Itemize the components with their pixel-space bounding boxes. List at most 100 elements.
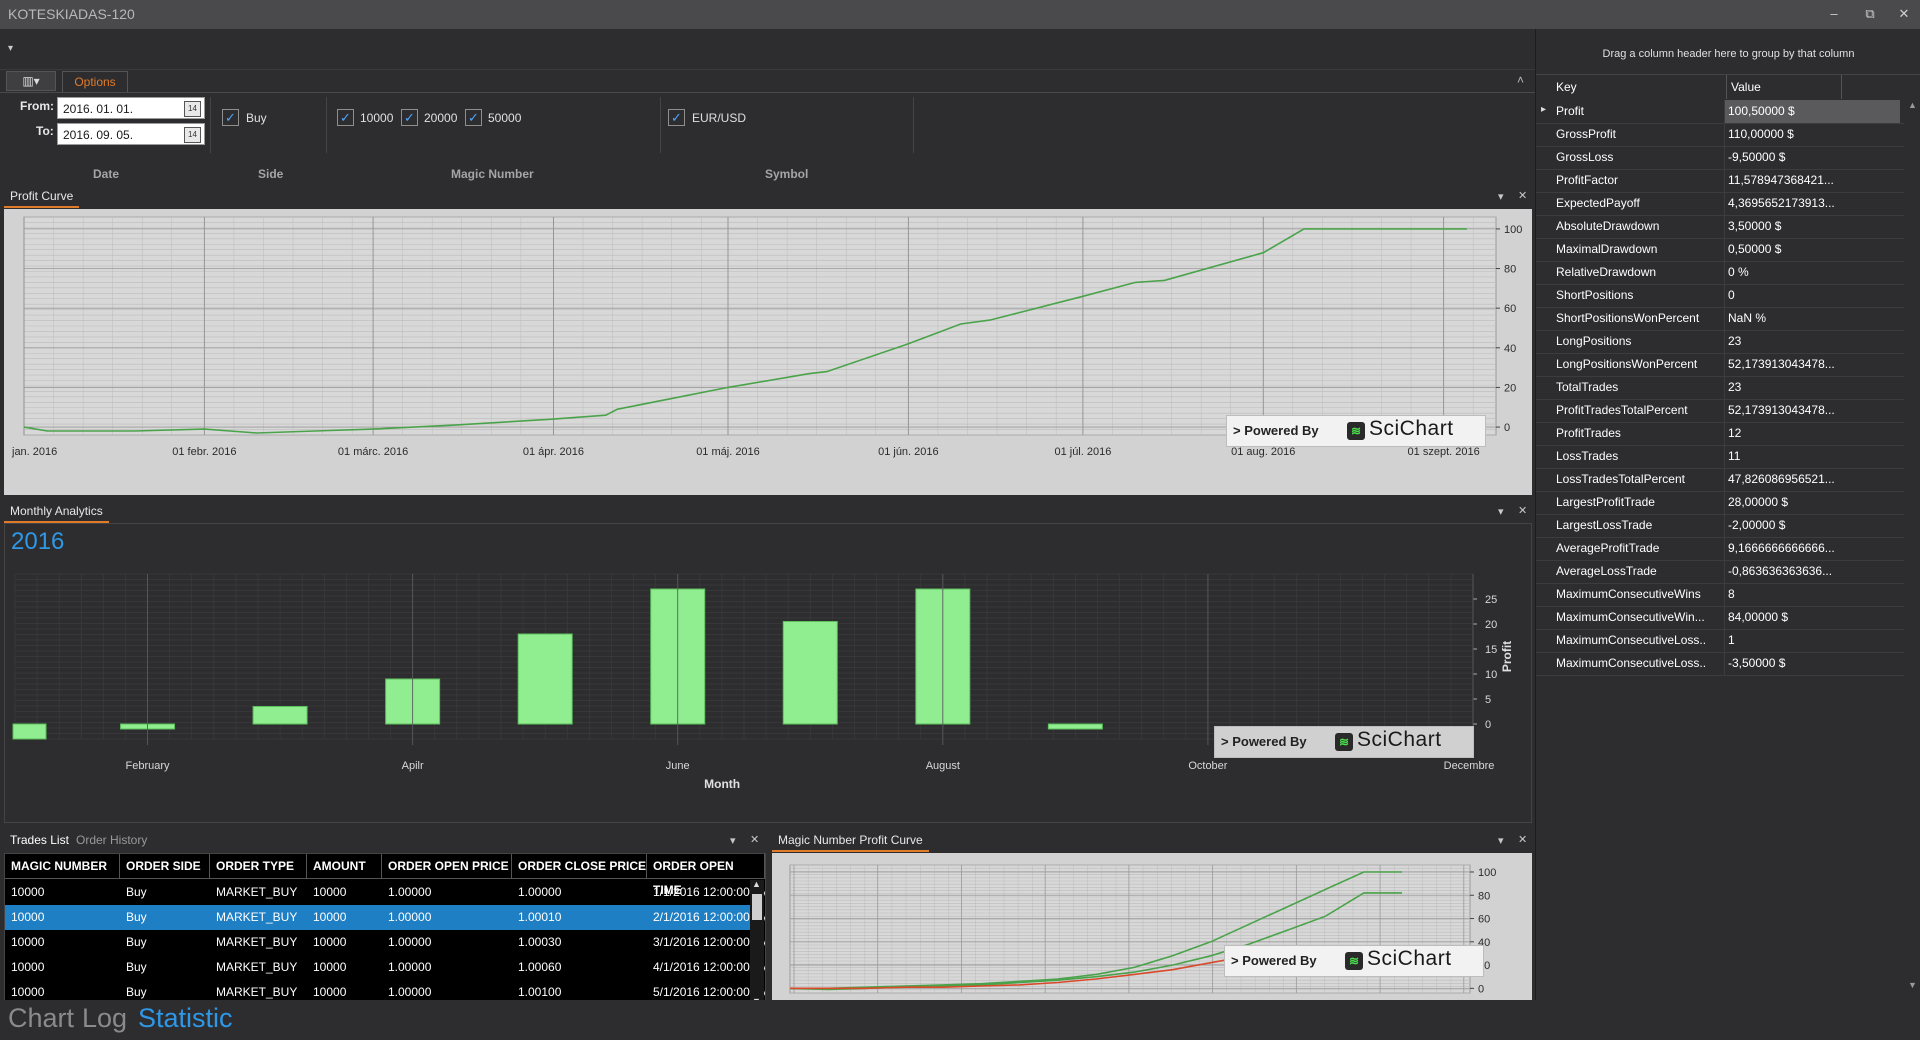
- divider: [1724, 353, 1725, 376]
- statistics-row[interactable]: GrossLoss -9,50000 $: [1536, 146, 1904, 170]
- from-date-input[interactable]: 2016. 01. 01. 14: [57, 97, 205, 119]
- y-axis-label: Profit: [1500, 641, 1514, 672]
- column-header[interactable]: ORDER CLOSE PRICE: [512, 854, 647, 878]
- statistics-row[interactable]: ShortPositionsWonPercent NaN %: [1536, 307, 1904, 331]
- column-header[interactable]: ORDER OPEN TIME: [647, 854, 765, 897]
- scroll-up-icon[interactable]: ▲: [1908, 100, 1917, 110]
- statistics-row[interactable]: MaximumConsecutiveWins 8: [1536, 583, 1904, 607]
- magic-10000-checkbox[interactable]: ✓: [337, 109, 354, 126]
- monthly-analytics-chart[interactable]: 2016 25 20 15 10 5 0 Profit February Apilr June Au…: [4, 523, 1532, 823]
- y-tick-label: 60: [1504, 303, 1516, 315]
- magic-50000-label: 50000: [488, 111, 522, 125]
- tab-order-history[interactable]: Order History: [70, 830, 154, 850]
- magic-profit-curve-chart[interactable]: jan. 201601 febr. 201601 márc. 201601 áp…: [772, 853, 1532, 1023]
- calendar-icon[interactable]: 14: [184, 127, 201, 143]
- tab-trades-list[interactable]: Trades List: [4, 830, 75, 852]
- statistics-row[interactable]: MaximumConsecutiveWin... 84,00000 $: [1536, 606, 1904, 630]
- statistics-row[interactable]: LossTrades 11: [1536, 445, 1904, 469]
- panel-menu-icon[interactable]: ▾: [1498, 505, 1504, 518]
- statistics-row[interactable]: AbsoluteDrawdown 3,50000 $: [1536, 215, 1904, 239]
- vertical-scrollbar[interactable]: ▲ ▼: [750, 879, 764, 1008]
- minimize-button[interactable]: –: [1822, 4, 1846, 24]
- statistics-row[interactable]: ProfitTradesTotalPercent 52,173913043478.…: [1536, 399, 1904, 423]
- trades-grid[interactable]: MAGIC NUMBER ORDER SIDE ORDER TYPE AMOUNT OR…: [4, 853, 766, 1023]
- statistics-row[interactable]: LongPositions 23: [1536, 330, 1904, 354]
- collapse-icon[interactable]: ˄: [1517, 73, 1524, 87]
- to-date-input[interactable]: 2016. 09. 05. 14: [57, 123, 205, 145]
- layout-menu-button[interactable]: ▥▾: [6, 71, 56, 91]
- column-header[interactable]: AMOUNT: [307, 854, 382, 878]
- statistics-row[interactable]: TotalTrades 23: [1536, 376, 1904, 400]
- statistics-row[interactable]: LossTradesTotalPercent 47,826086956521...: [1536, 468, 1904, 492]
- x-tick-label: June: [666, 760, 690, 772]
- calendar-icon[interactable]: 14: [184, 101, 201, 117]
- value-column-header[interactable]: Value: [1731, 77, 1761, 97]
- scichart-logo-icon: ≋: [1347, 422, 1365, 440]
- statistics-row[interactable]: RelativeDrawdown 0 %: [1536, 261, 1904, 285]
- divider: [1724, 422, 1725, 445]
- divider: [1724, 514, 1725, 537]
- key-column-header[interactable]: Key: [1556, 77, 1577, 97]
- close-button[interactable]: ✕: [1892, 4, 1916, 24]
- menu-dropdown-icon[interactable]: ▾: [8, 43, 13, 54]
- restore-button[interactable]: ⧉: [1858, 4, 1882, 24]
- statistics-row[interactable]: AverageLossTrade -0,863636363636...: [1536, 560, 1904, 584]
- table-row[interactable]: 10000 Buy MARKET_BUY 10000 1.00000 1.00010 2/1…: [5, 905, 765, 930]
- tab-monthly-analytics[interactable]: Monthly Analytics: [4, 501, 109, 523]
- tab-options[interactable]: Options: [62, 71, 128, 93]
- group-header-side: Side: [258, 167, 284, 181]
- column-header[interactable]: ORDER TYPE: [210, 854, 307, 878]
- table-row[interactable]: 10000 Buy MARKET_BUY 10000 1.00000 1.00030 3/1…: [5, 930, 765, 955]
- tab-profit-curve[interactable]: Profit Curve: [4, 186, 80, 208]
- side-buy-checkbox[interactable]: ✓: [222, 109, 239, 126]
- panel-menu-icon[interactable]: ▾: [1498, 190, 1504, 203]
- statistics-row[interactable]: ▸ Profit 100,50000 $: [1536, 100, 1904, 124]
- y-tick-label: 20: [1504, 382, 1516, 394]
- table-row[interactable]: 10000 Buy MARKET_BUY 10000 1.00000 1.00060 4/1…: [5, 955, 765, 980]
- statistics-value: 28,00000 $: [1728, 495, 1789, 509]
- statistics-row[interactable]: MaximalDrawdown 0,50000 $: [1536, 238, 1904, 262]
- nav-statistic[interactable]: Statistic: [138, 1003, 233, 1034]
- statistics-row[interactable]: ProfitFactor 11,578947368421...: [1536, 169, 1904, 193]
- statistics-grid[interactable]: Drag a column header here to group by th…: [1535, 29, 1920, 1000]
- panel-close-icon[interactable]: ✕: [1518, 504, 1527, 517]
- magic-50000-checkbox[interactable]: ✓: [465, 109, 482, 126]
- column-header[interactable]: ORDER OPEN PRICE: [382, 854, 512, 878]
- tab-magic-number-profit-curve[interactable]: Magic Number Profit Curve: [772, 830, 929, 852]
- divider: [1724, 146, 1725, 169]
- statistics-row[interactable]: MaximumConsecutiveLoss... 1: [1536, 629, 1904, 653]
- statistics-row[interactable]: LargestProfitTrade 28,00000 $: [1536, 491, 1904, 515]
- statistics-row[interactable]: GrossProfit 110,00000 $: [1536, 123, 1904, 147]
- statistics-value: NaN %: [1728, 311, 1767, 325]
- symbol-eurusd-checkbox[interactable]: ✓: [668, 109, 685, 126]
- divider: [1724, 445, 1725, 468]
- column-header[interactable]: MAGIC NUMBER: [5, 854, 120, 878]
- scroll-up-icon[interactable]: ▲: [752, 879, 761, 889]
- divider: [1536, 74, 1920, 75]
- statistics-row[interactable]: ProfitTrades 12: [1536, 422, 1904, 446]
- panel-close-icon[interactable]: ✕: [1518, 189, 1527, 202]
- window-title: KOTESKIADAS-120: [8, 6, 135, 22]
- scroll-down-icon[interactable]: ▼: [1908, 980, 1917, 990]
- panel-close-icon[interactable]: ✕: [1518, 833, 1527, 846]
- panel-menu-icon[interactable]: ▾: [730, 834, 736, 847]
- column-header[interactable]: ORDER SIDE: [120, 854, 210, 878]
- nav-chart[interactable]: Chart: [8, 1003, 74, 1034]
- statistics-row[interactable]: AverageProfitTrade 9,1666666666666...: [1536, 537, 1904, 561]
- statistics-row[interactable]: LongPositionsWonPercent 52,173913043478..…: [1536, 353, 1904, 377]
- panel-menu-icon[interactable]: ▾: [1498, 834, 1504, 847]
- nav-log[interactable]: Log: [82, 1003, 127, 1034]
- profit-curve-chart[interactable]: jan. 2016 01 febr. 2016 01 márc. 2016 01 áp…: [4, 209, 1532, 495]
- panel-close-icon[interactable]: ✕: [750, 833, 759, 846]
- statistics-row[interactable]: ExpectedPayoff 4,3695652173913...: [1536, 192, 1904, 216]
- statistics-scrollbar[interactable]: ▲ ▼: [1904, 100, 1920, 1000]
- statistics-row[interactable]: ShortPositions 0: [1536, 284, 1904, 308]
- statistics-row[interactable]: LargestLossTrade -2,00000 $: [1536, 514, 1904, 538]
- statistics-key: MaximumConsecutiveLoss...: [1556, 656, 1706, 670]
- divider: [1724, 238, 1725, 261]
- statistics-row[interactable]: MaximumConsecutiveLoss... -3,50000 $: [1536, 652, 1904, 676]
- table-row[interactable]: 10000 Buy MARKET_BUY 10000 1.00000 1.00000 1/1…: [5, 880, 765, 905]
- vertical-scroll-thumb[interactable]: [752, 894, 762, 920]
- symbol-eurusd-label: EUR/USD: [692, 111, 747, 125]
- magic-20000-checkbox[interactable]: ✓: [401, 109, 418, 126]
